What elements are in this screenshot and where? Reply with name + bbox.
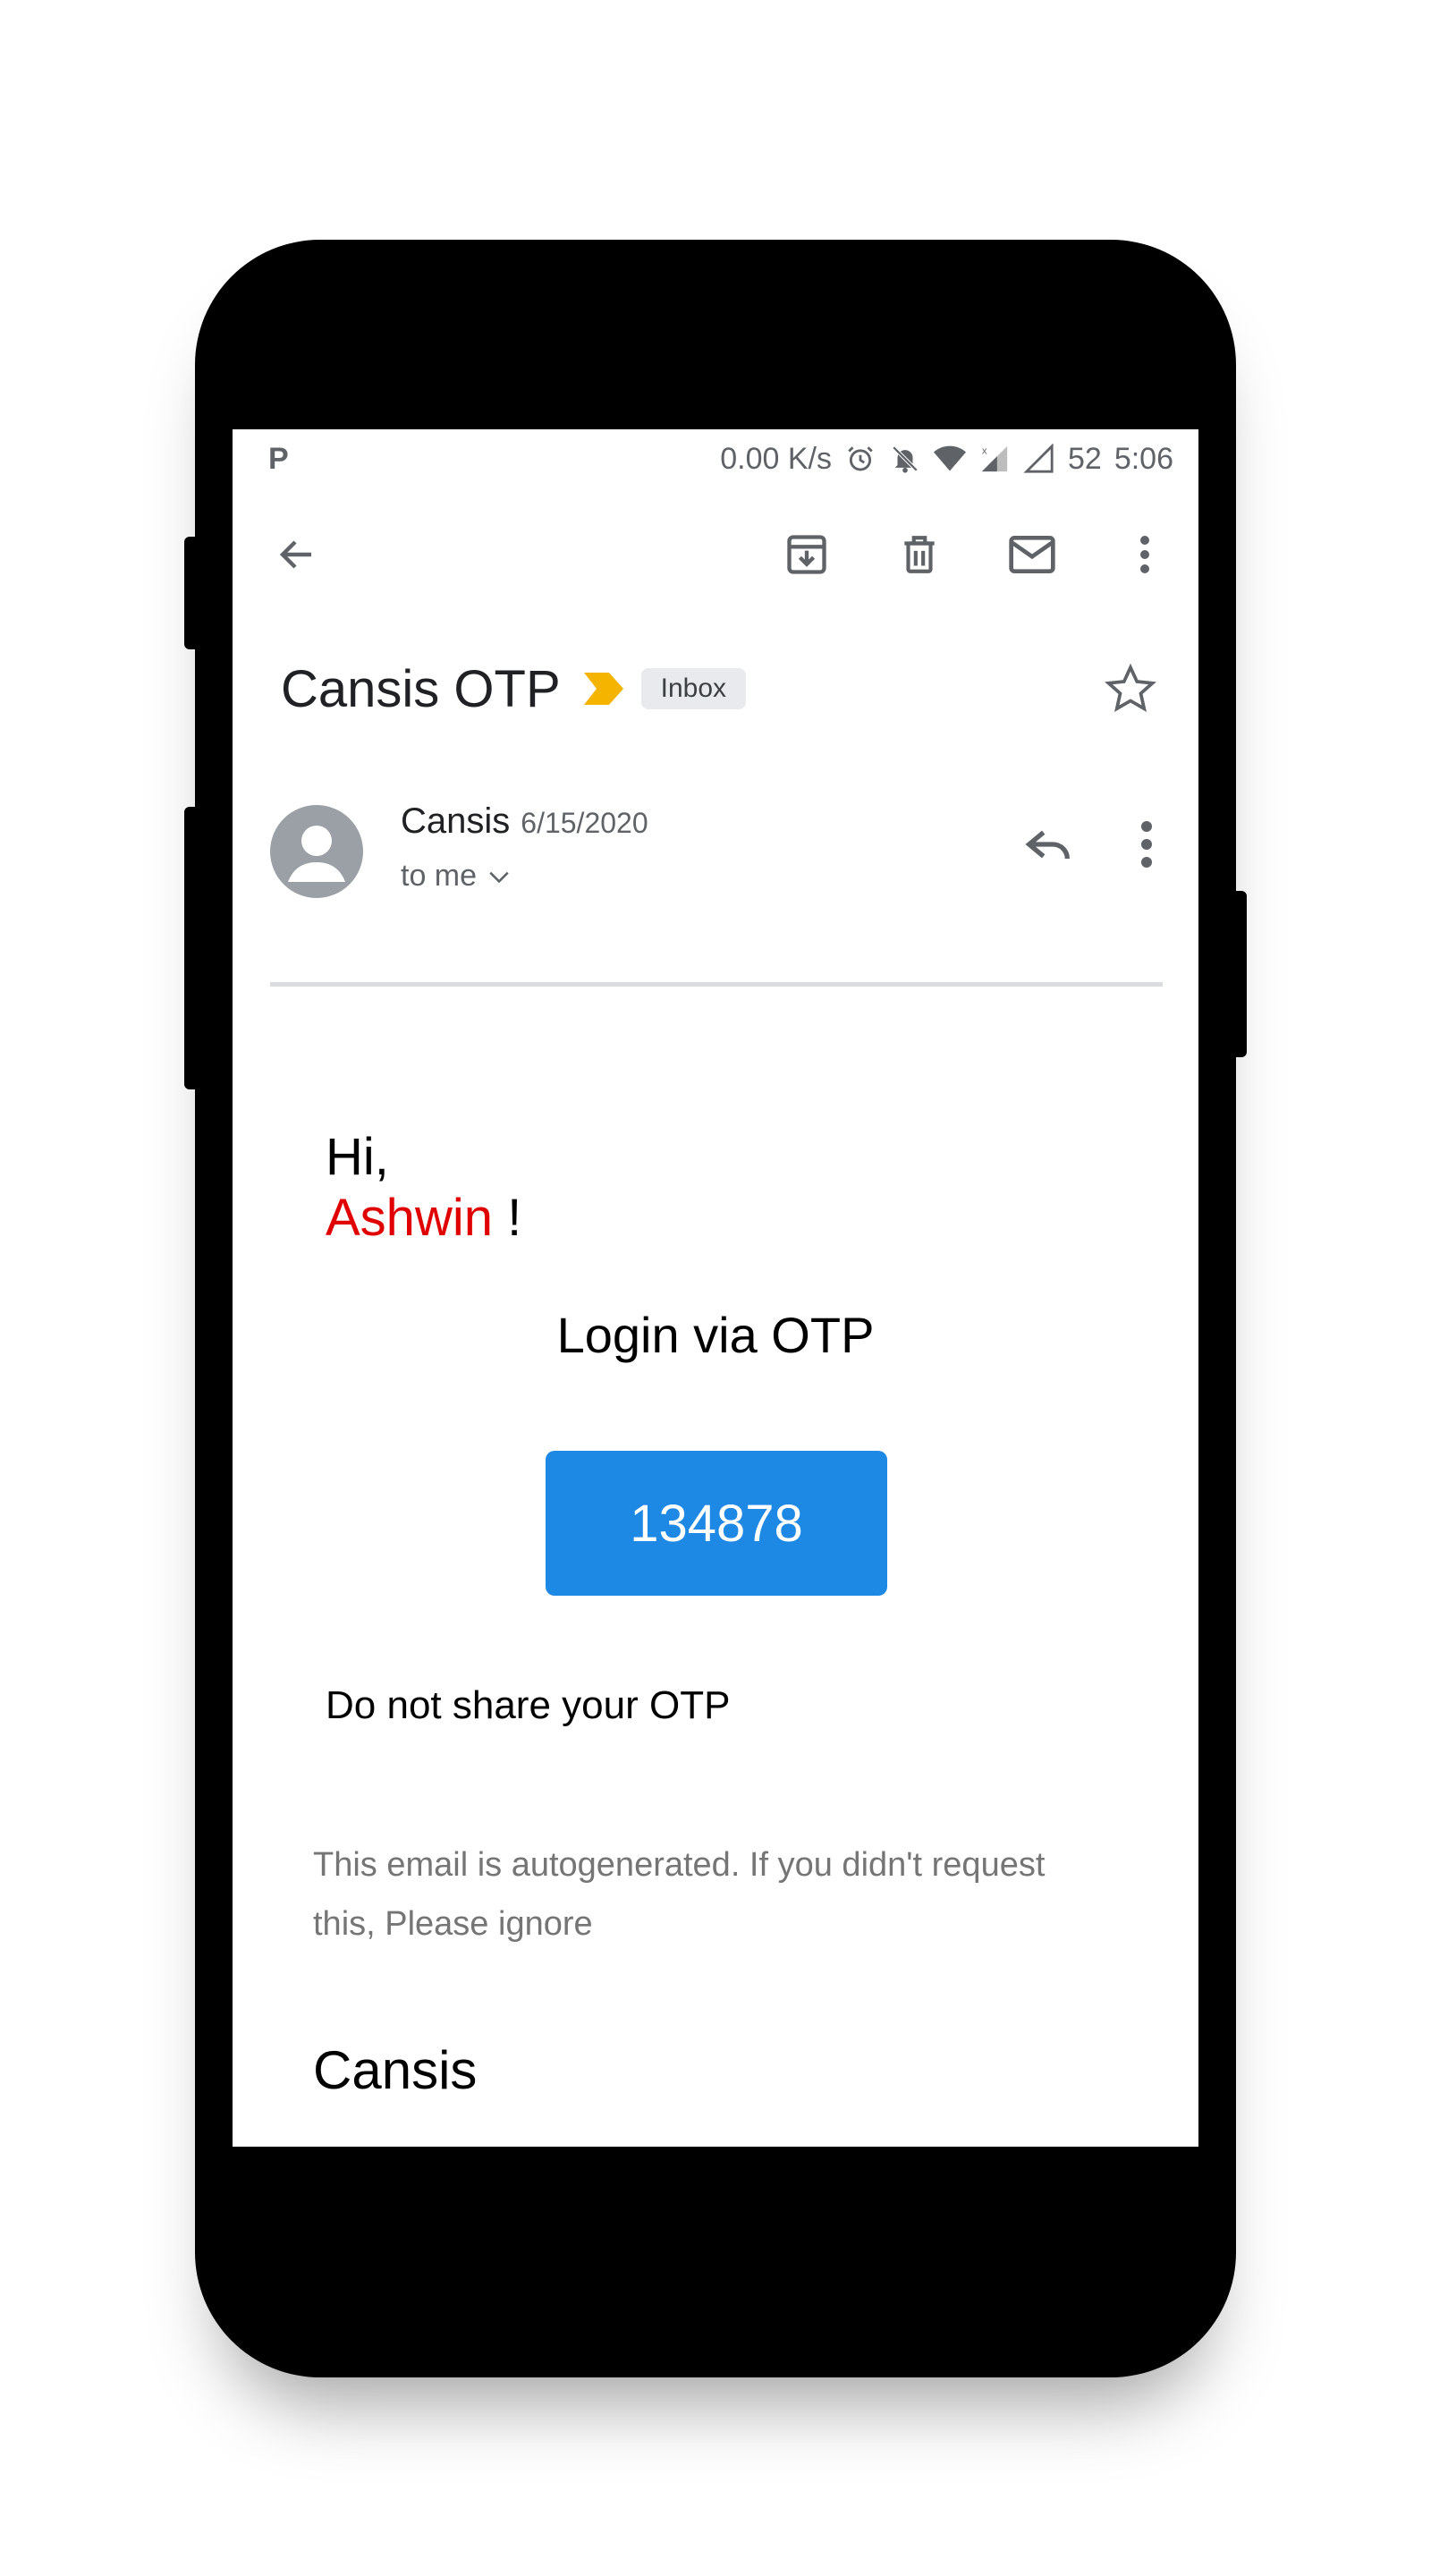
signal-icon: x xyxy=(978,443,1011,475)
email-toolbar xyxy=(233,510,1198,599)
exclamation: ! xyxy=(492,1189,522,1247)
message-more-icon[interactable] xyxy=(1129,816,1164,873)
sender-line: Cansis 6/15/2020 xyxy=(401,801,648,842)
signal-empty-icon xyxy=(1023,443,1055,475)
reply-icon[interactable] xyxy=(1020,816,1077,873)
parking-notification-icon: P xyxy=(268,441,289,476)
mark-unread-icon[interactable] xyxy=(1007,530,1057,580)
screen: P 0.00 K/s x 52 5:06 Cansis OTP Inbox Ca… xyxy=(233,429,1198,2147)
archive-icon[interactable] xyxy=(782,530,832,580)
svg-text:x: x xyxy=(982,445,987,456)
clock: 5:06 xyxy=(1113,441,1173,476)
email-subject: Cansis OTP xyxy=(281,659,561,718)
divider xyxy=(270,982,1163,987)
delete-icon[interactable] xyxy=(894,530,944,580)
recipient-label: to me xyxy=(401,859,478,893)
bell-off-icon xyxy=(889,443,921,475)
greeting: Hi, xyxy=(326,1128,389,1186)
more-vert-icon[interactable] xyxy=(1127,530,1163,580)
otp-warning: Do not share your OTP xyxy=(326,1683,731,1727)
star-icon[interactable] xyxy=(1104,662,1157,716)
otp-code-button[interactable]: 134878 xyxy=(546,1451,887,1596)
chevron-down-icon xyxy=(489,871,509,883)
important-marker-icon[interactable] xyxy=(583,673,623,705)
inbox-label-chip[interactable]: Inbox xyxy=(640,668,747,709)
subject-row: Cansis OTP Inbox xyxy=(281,653,1157,724)
stage: P 0.00 K/s x 52 5:06 Cansis OTP Inbox Ca… xyxy=(0,0,1431,2576)
network-speed: 0.00 K/s xyxy=(720,441,832,476)
wifi-icon xyxy=(933,443,966,475)
recipient-name: Ashwin xyxy=(326,1189,493,1247)
recipient-name-line: Ashwin ! xyxy=(326,1188,521,1249)
recipient-details-toggle[interactable]: to me xyxy=(401,859,511,894)
signature: Cansis xyxy=(313,2040,478,2100)
autogenerated-note: This email is autogenerated. If you didn… xyxy=(313,1846,1046,1943)
avatar[interactable] xyxy=(270,805,363,898)
email-date: 6/15/2020 xyxy=(521,807,648,839)
status-bar: P 0.00 K/s x 52 5:06 xyxy=(233,429,1198,488)
battery-level: 52 xyxy=(1067,441,1102,476)
alarm-icon xyxy=(844,443,876,475)
greeting-block: Hi, Ashwin ! xyxy=(326,1127,521,1249)
back-arrow-icon[interactable] xyxy=(272,530,322,580)
sender-name: Cansis xyxy=(401,801,511,841)
otp-heading: Login via OTP xyxy=(556,1307,875,1363)
